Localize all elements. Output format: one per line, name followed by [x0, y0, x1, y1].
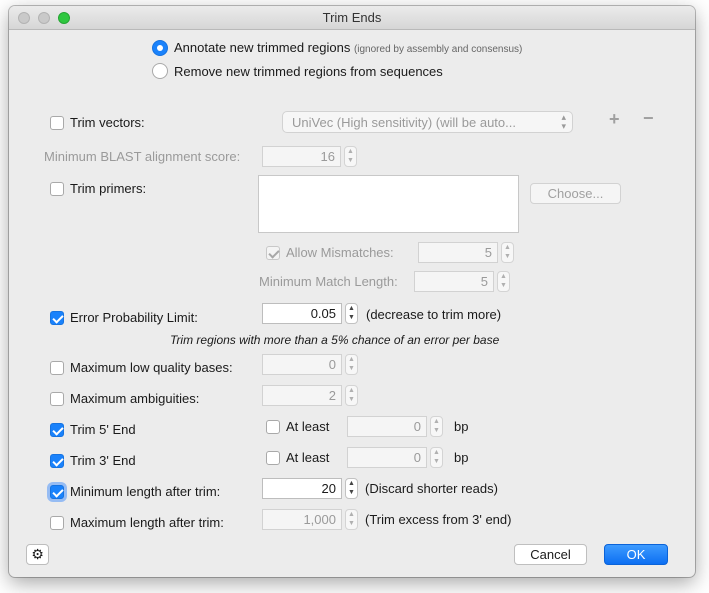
stepper-up-icon: ▲: [348, 356, 355, 363]
error-probability-stepper[interactable]: ▲ ▼: [345, 303, 358, 324]
mismatches-field[interactable]: 5: [418, 242, 498, 263]
primers-list[interactable]: [258, 175, 519, 233]
ok-button[interactable]: OK: [604, 544, 668, 565]
trim-5-unit: bp: [454, 419, 469, 434]
stepper-up-icon: ▲: [433, 418, 440, 425]
annotate-option[interactable]: Annotate new trimmed regions (ignored by…: [174, 40, 522, 55]
max-length-field[interactable]: 1,000: [262, 509, 342, 530]
min-length-label: Minimum length after trim:: [70, 484, 221, 499]
min-length-note: (Discard shorter reads): [365, 481, 498, 496]
stepper-down-icon: ▼: [433, 427, 440, 434]
trim-ends-dialog: Trim Ends Annotate new trimmed regions (…: [9, 6, 695, 577]
min-match-label: Minimum Match Length:: [259, 274, 398, 289]
max-ambiguities-stepper[interactable]: ▲ ▼: [345, 385, 358, 406]
stepper-down-icon: ▼: [347, 157, 354, 164]
stepper-up-icon: ▲: [348, 511, 355, 518]
max-low-quality-label: Maximum low quality bases:: [70, 360, 233, 375]
annotate-radio[interactable]: [152, 40, 168, 56]
vector-database-value: UniVec (High sensitivity) (will be auto.…: [292, 115, 516, 130]
trim-3-at-least-checkbox[interactable]: [266, 451, 280, 465]
error-probability-note: (decrease to trim more): [366, 307, 502, 322]
mismatches-stepper[interactable]: ▲ ▼: [501, 242, 514, 263]
annotate-hint: (ignored by assembly and consensus): [353, 44, 523, 55]
remove-radio[interactable]: [152, 63, 168, 79]
trim-primers-checkbox[interactable]: [50, 182, 64, 196]
stepper-up-icon: ▲: [500, 273, 507, 280]
min-length-field[interactable]: 20: [262, 478, 342, 499]
trim-3-field[interactable]: 0: [347, 447, 427, 468]
stepper-up-icon: ▲: [347, 148, 354, 155]
max-length-stepper[interactable]: ▲ ▼: [345, 509, 358, 530]
max-ambiguities-label: Maximum ambiguities:: [70, 391, 200, 406]
annotate-label: Annotate new trimmed regions: [174, 40, 351, 55]
min-length-checkbox[interactable]: [50, 485, 64, 499]
window-title: Trim Ends: [322, 10, 382, 25]
stepper-down-icon: ▼: [348, 314, 355, 321]
error-probability-label: Error Probability Limit:: [70, 310, 198, 325]
stepper-down-icon: ▼: [348, 520, 355, 527]
stepper-down-icon: ▼: [504, 253, 511, 260]
chevron-updown-icon: ▴ ▾: [561, 112, 566, 131]
stepper-up-icon: ▲: [348, 480, 355, 487]
allow-mismatches-label: Allow Mismatches:: [286, 245, 394, 260]
trim-3-unit: bp: [454, 450, 469, 465]
max-low-quality-stepper[interactable]: ▲ ▼: [345, 354, 358, 375]
vector-database-popup[interactable]: UniVec (High sensitivity) (will be auto.…: [282, 111, 573, 133]
stepper-down-icon: ▼: [348, 365, 355, 372]
max-ambiguities-checkbox[interactable]: [50, 392, 64, 406]
remove-label[interactable]: Remove new trimmed regions from sequence…: [174, 64, 443, 79]
title-bar: Trim Ends: [9, 6, 695, 30]
stepper-down-icon: ▼: [500, 282, 507, 289]
stepper-down-icon: ▼: [433, 458, 440, 465]
trim-3-end-checkbox[interactable]: [50, 454, 64, 468]
max-length-note: (Trim excess from 3' end): [365, 512, 512, 527]
stepper-up-icon: ▲: [348, 387, 355, 394]
trim-5-at-least-checkbox[interactable]: [266, 420, 280, 434]
blast-score-stepper[interactable]: ▲ ▼: [344, 146, 357, 167]
min-match-stepper[interactable]: ▲ ▼: [497, 271, 510, 292]
error-probability-checkbox[interactable]: [50, 311, 64, 325]
max-low-quality-checkbox[interactable]: [50, 361, 64, 375]
max-length-checkbox[interactable]: [50, 516, 64, 530]
trim-vectors-checkbox[interactable]: [50, 116, 64, 130]
stepper-down-icon: ▼: [348, 489, 355, 496]
blast-score-label: Minimum BLAST alignment score:: [44, 149, 241, 164]
gear-icon[interactable]: ⚙: [26, 544, 49, 565]
trim-3-stepper[interactable]: ▲ ▼: [430, 447, 443, 468]
trim-5-end-checkbox[interactable]: [50, 423, 64, 437]
blast-score-field[interactable]: 16: [262, 146, 341, 167]
min-length-stepper[interactable]: ▲ ▼: [345, 478, 358, 499]
stepper-up-icon: ▲: [433, 449, 440, 456]
cancel-button[interactable]: Cancel: [514, 544, 587, 565]
choose-primers-button[interactable]: Choose...: [530, 183, 621, 204]
min-match-field[interactable]: 5: [414, 271, 494, 292]
stepper-down-icon: ▼: [348, 396, 355, 403]
error-probability-field[interactable]: 0.05: [262, 303, 342, 324]
allow-mismatches-checkbox[interactable]: [266, 246, 280, 260]
trim-5-end-label: Trim 5' End: [70, 422, 136, 437]
max-low-quality-field[interactable]: 0: [262, 354, 342, 375]
trim-3-end-label: Trim 3' End: [70, 453, 136, 468]
trim-5-field[interactable]: 0: [347, 416, 427, 437]
stepper-up-icon: ▲: [348, 305, 355, 312]
trim-5-at-least-label: At least: [286, 419, 330, 434]
remove-icon[interactable]: −: [643, 108, 654, 129]
error-probability-explanation: Trim regions with more than a 5% chance …: [170, 333, 500, 347]
max-length-label: Maximum length after trim:: [70, 515, 224, 530]
stepper-up-icon: ▲: [504, 244, 511, 251]
trim-vectors-label: Trim vectors:: [70, 115, 145, 130]
trim-primers-label: Trim primers:: [70, 181, 147, 196]
add-icon[interactable]: +: [609, 109, 620, 130]
trim-3-at-least-label: At least: [286, 450, 330, 465]
max-ambiguities-field[interactable]: 2: [262, 385, 342, 406]
trim-5-stepper[interactable]: ▲ ▼: [430, 416, 443, 437]
